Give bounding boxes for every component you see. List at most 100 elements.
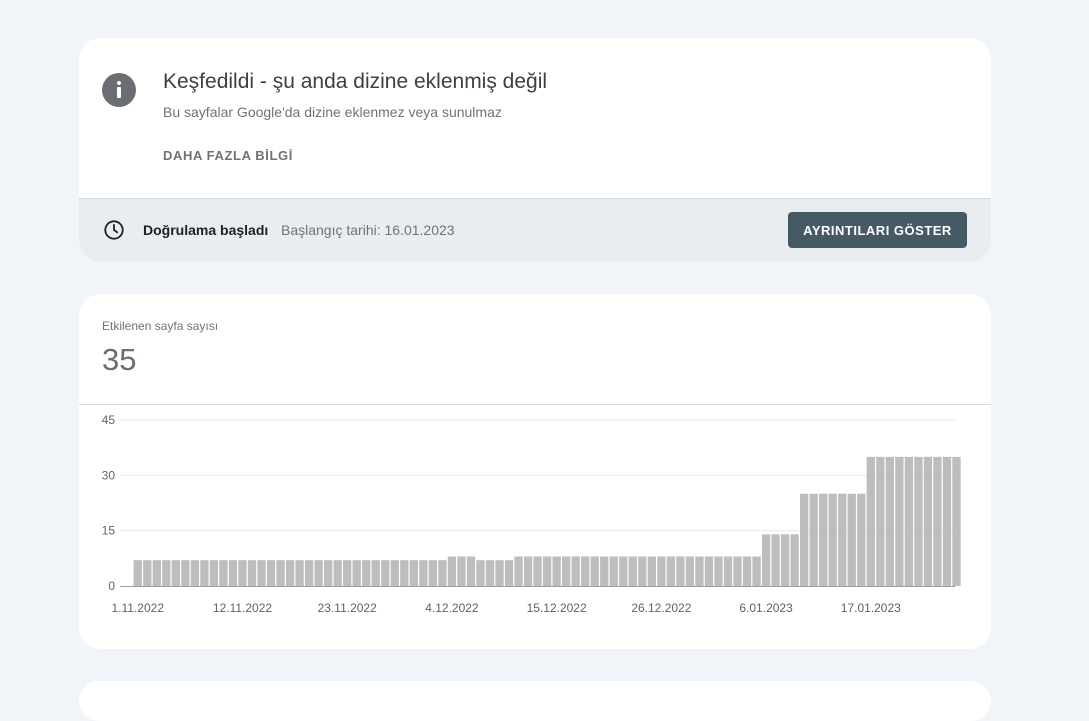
chart-bar xyxy=(181,560,190,586)
chart-bar xyxy=(657,556,666,586)
chart-bar xyxy=(209,560,219,586)
chart-bar xyxy=(447,556,457,586)
chart-bar xyxy=(419,560,428,586)
chart-bar xyxy=(523,556,533,586)
x-tick-label: 1.11.2022 xyxy=(112,601,165,615)
chart-bar xyxy=(761,534,771,586)
chart-bar xyxy=(266,560,276,586)
chart-bar xyxy=(285,560,295,586)
chart-bar xyxy=(847,493,856,586)
chart-bar xyxy=(324,560,333,586)
chart-bar xyxy=(619,556,628,586)
chart-bar xyxy=(238,560,247,586)
chart-bar xyxy=(590,556,599,586)
chart-bar xyxy=(933,456,942,586)
chart-bar xyxy=(542,556,552,586)
chart-bar xyxy=(343,560,352,586)
chart-bar xyxy=(295,560,304,586)
x-tick-label: 26.12.2022 xyxy=(631,601,691,615)
chart-bar xyxy=(428,560,438,586)
affected-pages-card: Etkilenen sayfa sayısı 35 0 15 30 45 1.11.20… xyxy=(79,294,991,649)
chart-bar xyxy=(409,560,418,586)
chart-bar xyxy=(133,560,142,586)
chart-bar xyxy=(228,560,238,586)
chart-bar xyxy=(190,560,200,586)
chart-bar xyxy=(200,560,209,586)
chart-bar xyxy=(942,456,952,586)
x-tick-label: 15.12.2022 xyxy=(527,601,587,615)
status-subtitle: Bu sayfalar Google'da dizine eklenmez ve… xyxy=(163,104,502,120)
chart-bar xyxy=(400,560,409,586)
chart-bar xyxy=(371,560,380,586)
chart-bar xyxy=(819,493,828,586)
chart-bar xyxy=(676,556,685,586)
y-tick-label: 30 xyxy=(102,468,116,482)
chart-bar xyxy=(485,560,495,586)
info-icon xyxy=(102,73,136,107)
chart-bar xyxy=(885,456,894,586)
x-tick-label: 12.11.2022 xyxy=(213,601,272,615)
chart-bar xyxy=(695,556,704,586)
chart-bar xyxy=(790,534,799,586)
chart-bar xyxy=(647,556,656,586)
chart-bar xyxy=(628,556,637,586)
chart-bar xyxy=(866,456,875,586)
chart-bar xyxy=(771,534,780,586)
chart-bar xyxy=(314,560,323,586)
chart-bar xyxy=(533,556,542,586)
chart-bar xyxy=(562,556,571,586)
show-details-button[interactable]: AYRINTILARI GÖSTER xyxy=(788,212,967,248)
chart-bar xyxy=(571,556,580,586)
chart-bar xyxy=(723,556,733,586)
chart-bar xyxy=(828,493,837,586)
chart-bar xyxy=(780,534,790,586)
chart-bar xyxy=(857,493,866,586)
x-tick-label: 17.01.2023 xyxy=(841,601,901,615)
x-tick-label: 6.01.2023 xyxy=(739,601,793,615)
chart-bar xyxy=(733,556,742,586)
chart-bar xyxy=(581,556,590,586)
chart-bar xyxy=(276,560,285,586)
chart-bar xyxy=(247,560,257,586)
chart-bar xyxy=(876,456,885,586)
chart-bar xyxy=(304,560,314,586)
chart-bar xyxy=(638,556,647,586)
chart-bar xyxy=(685,556,695,586)
chart-bar xyxy=(742,556,752,586)
y-tick-label: 15 xyxy=(102,524,116,538)
chart-bar xyxy=(714,556,723,586)
validation-start-date: Başlangıç tarihi: 16.01.2023 xyxy=(281,222,455,238)
chart-bar xyxy=(466,556,476,586)
chart-bar xyxy=(800,493,809,586)
chart-bar xyxy=(952,456,961,586)
chart-bar xyxy=(838,493,847,586)
chart-bar xyxy=(476,560,485,586)
status-card: Keşfedildi - şu anda dizine eklenmiş değ… xyxy=(79,38,991,262)
chart-bar xyxy=(143,560,152,586)
chart-bar xyxy=(514,556,523,586)
chart-bar xyxy=(333,560,342,586)
learn-more-link[interactable]: DAHA FAZLA BİLGİ xyxy=(163,148,293,163)
affected-pages-count: 35 xyxy=(102,342,137,377)
chart-bar xyxy=(704,556,714,586)
chart-bar xyxy=(352,560,361,586)
next-card xyxy=(79,681,991,721)
affected-pages-chart: 0 15 30 45 1.11.2022 12.11.2022 23.11.2022 4.12… xyxy=(102,413,961,615)
y-tick-label: 45 xyxy=(102,413,116,427)
affected-pages-label: Etkilenen sayfa sayısı xyxy=(102,319,219,333)
chart-bar xyxy=(923,456,933,586)
clock-icon xyxy=(104,220,124,240)
x-tick-label: 4.12.2022 xyxy=(425,601,479,615)
chart-bar xyxy=(219,560,228,586)
chart-bar xyxy=(809,493,818,586)
chart-bar xyxy=(904,456,914,586)
chart-bar xyxy=(552,556,561,586)
chart-bar xyxy=(438,560,447,586)
chart-bar xyxy=(257,560,266,586)
chart-bar xyxy=(666,556,676,586)
x-tick-label: 23.11.2022 xyxy=(318,601,377,615)
y-tick-label: 0 xyxy=(108,579,115,593)
chart-bar xyxy=(171,560,180,586)
chart-bar xyxy=(381,560,390,586)
chart-bar xyxy=(362,560,371,586)
